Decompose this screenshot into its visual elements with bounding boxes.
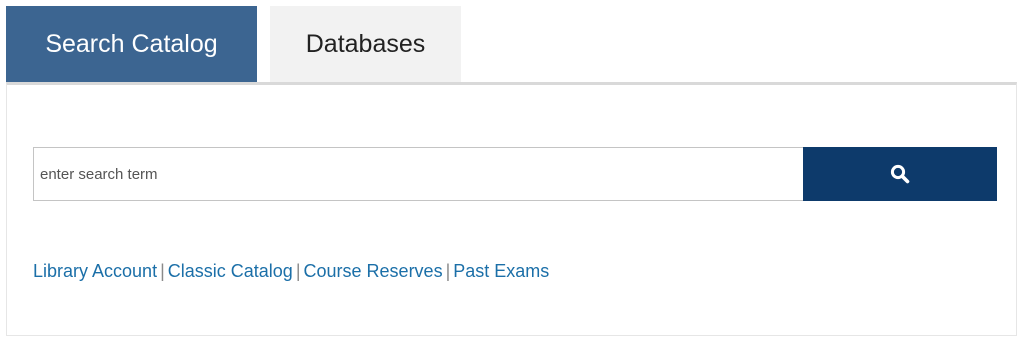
tab-databases[interactable]: Databases xyxy=(270,6,461,82)
quick-links: Library Account | Classic Catalog | Course R… xyxy=(33,261,549,282)
search-form xyxy=(33,147,997,201)
link-classic-catalog[interactable]: Classic Catalog xyxy=(168,261,293,281)
link-separator: | xyxy=(295,261,301,281)
link-course-reserves[interactable]: Course Reserves xyxy=(304,261,443,281)
search-icon xyxy=(890,164,910,184)
link-library-account[interactable]: Library Account xyxy=(33,261,157,281)
tab-search-catalog[interactable]: Search Catalog xyxy=(6,6,257,82)
link-separator: | xyxy=(160,261,165,281)
tab-bar: Search Catalog Databases xyxy=(6,6,461,82)
search-input[interactable] xyxy=(33,147,803,201)
catalog-search-widget: Search Catalog Databases Library Account… xyxy=(0,0,1019,340)
search-panel: Library Account|Classic Catalog|Course R… xyxy=(6,82,1017,336)
link-past-exams[interactable]: Past Exams xyxy=(453,261,549,281)
link-separator: | xyxy=(445,261,451,281)
search-button[interactable] xyxy=(803,147,997,201)
